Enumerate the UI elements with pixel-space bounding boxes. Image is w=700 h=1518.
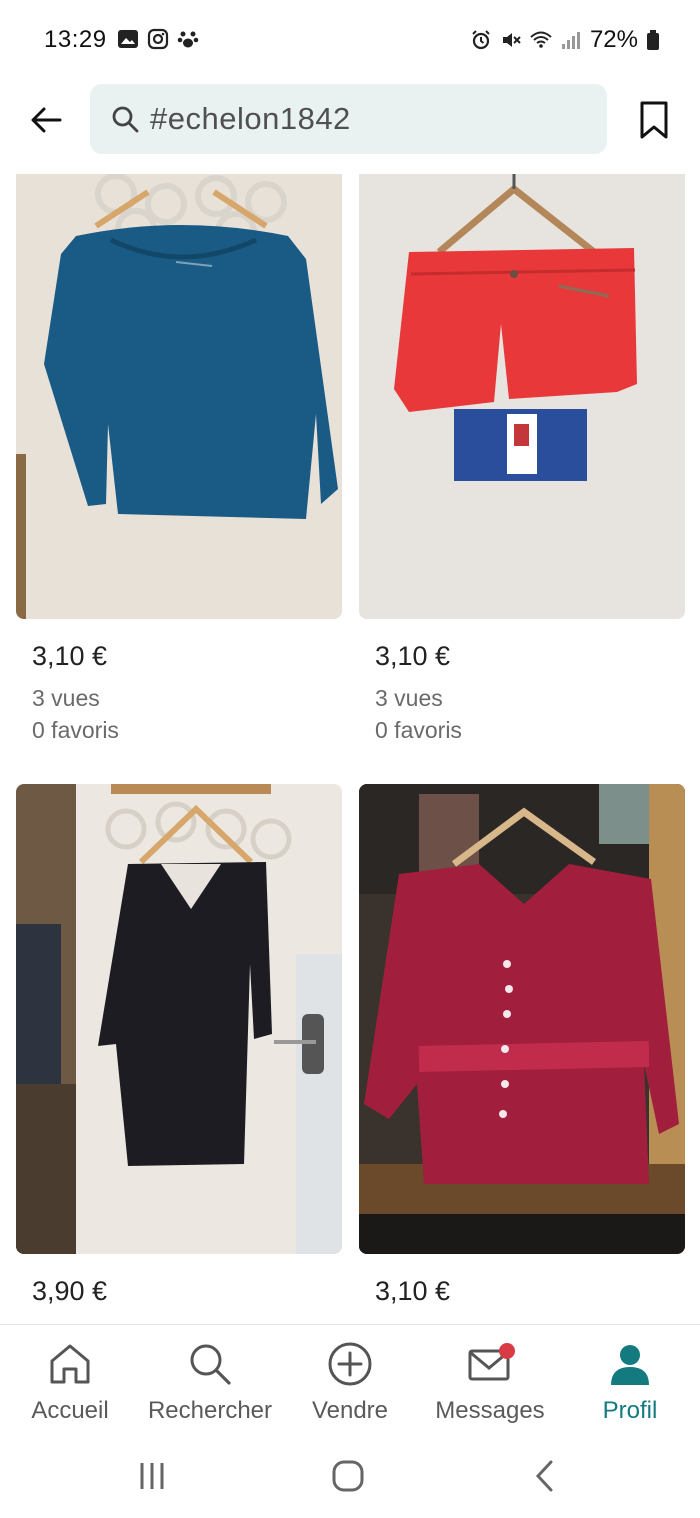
black-dress-photo xyxy=(16,784,342,1254)
search-input[interactable]: #echelon1842 xyxy=(90,84,607,154)
plus-circle-icon xyxy=(328,1342,372,1386)
system-navigation xyxy=(0,1434,700,1518)
nav-rechercher[interactable]: Rechercher xyxy=(140,1325,280,1435)
home-icon xyxy=(50,1344,90,1384)
listing-price: 3,10 € xyxy=(375,1276,451,1306)
listing-photo[interactable] xyxy=(16,784,342,1254)
alarm-icon xyxy=(472,30,490,50)
nav-accueil[interactable]: Accueil xyxy=(20,1325,120,1435)
mail-icon xyxy=(467,1341,515,1387)
listing-views: 3 vues xyxy=(375,685,443,711)
status-time: 13:29 xyxy=(44,26,107,53)
instagram-icon xyxy=(147,28,169,50)
profile-icon xyxy=(611,1345,649,1385)
nav-label: Accueil xyxy=(31,1397,109,1424)
arrow-left-icon xyxy=(31,107,62,133)
signal-icon xyxy=(561,32,580,49)
unread-badge xyxy=(499,1343,515,1359)
nav-messages[interactable]: Messages xyxy=(425,1325,555,1435)
home-circle-icon xyxy=(332,1460,364,1492)
home-button[interactable] xyxy=(326,1454,370,1498)
search-header: #echelon1842 xyxy=(0,80,700,160)
burgundy-blouse-photo xyxy=(359,784,685,1254)
paw-icon xyxy=(177,31,199,48)
battery-icon xyxy=(647,30,659,50)
nav-label: Profil xyxy=(602,1397,658,1424)
nav-label: Vendre xyxy=(311,1397,389,1424)
listing-price: 3,90 € xyxy=(32,1276,108,1306)
listing-photo[interactable] xyxy=(359,784,685,1254)
listing-photo[interactable] xyxy=(16,174,342,619)
gallery-icon xyxy=(118,30,138,48)
red-shorts-photo xyxy=(359,174,685,619)
search-icon xyxy=(190,1344,231,1385)
listing-favorites: 0 favoris xyxy=(32,717,119,743)
back-chevron-icon xyxy=(535,1460,553,1492)
listing-price: 3,10 € xyxy=(32,641,108,671)
bookmark-icon xyxy=(640,101,668,139)
mute-icon xyxy=(502,33,521,47)
listing-photo[interactable] xyxy=(359,174,685,619)
search-query: #echelon1842 xyxy=(150,101,351,136)
nav-label: Messages xyxy=(435,1397,545,1424)
nav-label: Rechercher xyxy=(147,1397,273,1424)
listing-grid: 3,10 € 3 vues 0 favoris 3,10 € 3 vues 0 … xyxy=(0,174,700,1324)
blue-top-photo xyxy=(16,174,342,619)
listing-card[interactable]: 3,10 € 3 vues 0 favoris xyxy=(359,174,685,746)
system-back-button[interactable] xyxy=(524,1454,568,1498)
back-button[interactable] xyxy=(22,96,70,144)
listing-favorites: 0 favoris xyxy=(375,717,462,743)
nav-profil[interactable]: Profil xyxy=(580,1325,680,1435)
wifi-icon xyxy=(530,31,552,48)
listing-card[interactable]: 3,90 € xyxy=(16,784,342,1307)
status-bar: 13:29 72% xyxy=(0,0,700,80)
bottom-navigation: Accueil Rechercher Vendre Messages Profi… xyxy=(0,1324,700,1434)
listing-price: 3,10 € xyxy=(375,641,451,671)
recents-button[interactable] xyxy=(130,1454,174,1498)
battery-percent: 72% xyxy=(589,26,638,53)
recents-icon xyxy=(140,1463,164,1489)
listing-card[interactable]: 3,10 € 3 vues 0 favoris xyxy=(16,174,342,746)
listing-card[interactable]: 3,10 € xyxy=(359,784,685,1307)
search-icon xyxy=(112,106,139,133)
nav-vendre[interactable]: Vendre xyxy=(300,1325,400,1435)
listing-views: 3 vues xyxy=(32,685,100,711)
save-search-button[interactable] xyxy=(630,96,678,144)
